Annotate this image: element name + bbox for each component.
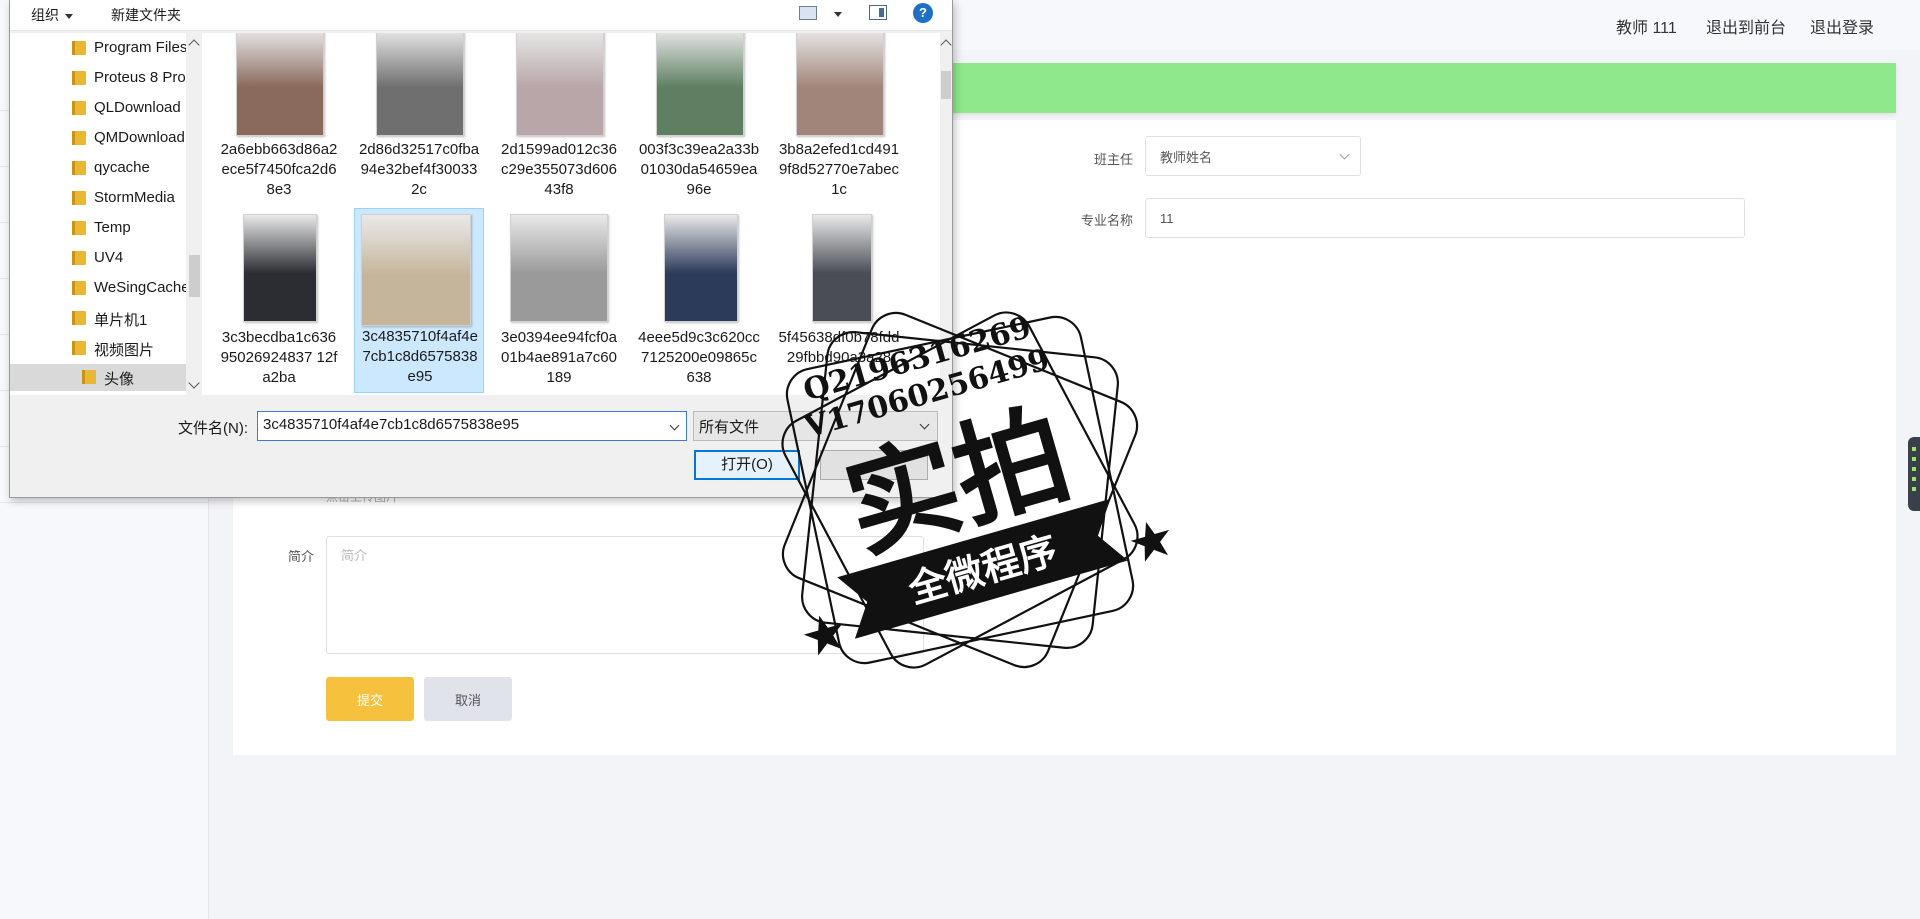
file-item[interactable]: 3c3becdba1c63695026924837 12fa2ba — [214, 208, 344, 388]
filetype-select[interactable]: 所有文件 — [693, 411, 938, 441]
file-thumbnail — [376, 33, 464, 136]
nav-folder[interactable]: 单片机1 — [10, 305, 188, 332]
nav-folder[interactable]: Temp — [10, 215, 188, 242]
folder-icon — [72, 191, 86, 205]
preview-pane-icon[interactable] — [869, 5, 887, 20]
folder-icon — [72, 131, 86, 145]
dialog-cancel-button[interactable] — [820, 450, 928, 480]
folder-icon — [72, 71, 86, 85]
view-options-caret-icon[interactable] — [834, 12, 842, 17]
scroll-up-icon[interactable] — [188, 39, 200, 51]
folder-icon — [72, 101, 86, 115]
file-item[interactable]: 4eee5d9c3c620cc7125200e09865c638 — [634, 208, 764, 388]
folder-icon — [72, 161, 86, 175]
file-item[interactable]: 2d86d32517c0fba94e32bef4f300332c — [354, 33, 484, 208]
filename-value: 3c4835710f4af4e7cb1c8d6575838e95 — [263, 416, 520, 433]
file-name: 3c4835710f4af4e7cb1c8d6575838e95 — [362, 328, 478, 385]
folder-icon — [72, 251, 86, 265]
folder-icon — [72, 281, 86, 295]
folder-icon — [72, 311, 86, 325]
open-button[interactable]: 打开(O) — [694, 450, 800, 480]
scroll-up-icon[interactable] — [940, 39, 952, 51]
nav-scrollbar[interactable] — [186, 33, 203, 395]
navigation-pane: Program Files Proteus 8 Pro QLDownload Q… — [10, 33, 189, 395]
view-mode-icon[interactable] — [799, 6, 817, 20]
file-thumbnail — [796, 33, 884, 136]
chevron-down-icon — [919, 419, 930, 430]
file-item[interactable]: 2a6ebb663d86a2ece5f7450fca2d68e3 — [214, 33, 344, 208]
file-thumbnail — [361, 214, 471, 326]
file-name: 003f3c39ea2a33b01030da54659ea96e — [638, 141, 760, 198]
filetype-value: 所有文件 — [699, 419, 760, 436]
folder-icon — [72, 41, 86, 55]
file-name: 5f45638df0b78fdd29fbbd90a3a28 — [778, 329, 900, 366]
nav-folder-selected[interactable]: 头像 — [10, 364, 188, 391]
current-user: 教师 111 — [1616, 20, 1677, 37]
nav-folder[interactable]: qycache — [10, 155, 188, 182]
folder-icon — [72, 341, 86, 355]
file-name: 3c3becdba1c63695026924837 12fa2ba — [220, 329, 338, 386]
file-name: 2d1599ad012c36c29e355073d60643f8 — [501, 141, 617, 198]
scroll-thumb[interactable] — [941, 71, 951, 99]
filename-input[interactable]: 3c4835710f4af4e7cb1c8d6575838e95 — [257, 411, 687, 441]
filename-label: 文件名(N): — [178, 420, 248, 437]
intro-textarea[interactable]: 简介 — [326, 536, 924, 654]
organize-label: 组织 — [31, 7, 59, 23]
file-item[interactable]: 3b8a2efed1cd4919f8d52770e7abec1c — [774, 33, 904, 208]
file-thumbnail — [243, 214, 317, 322]
logout-link[interactable]: 退出登录 — [1810, 14, 1874, 38]
chevron-down-icon — [1339, 149, 1350, 160]
head-teacher-value: 教师姓名 — [1160, 149, 1213, 165]
file-name: 3b8a2efed1cd4919f8d52770e7abec1c — [778, 141, 900, 198]
head-teacher-label: 班主任 — [1093, 152, 1133, 167]
file-thumbnail — [664, 214, 738, 322]
organize-menu[interactable]: 组织 — [31, 5, 73, 25]
scroll-down-icon[interactable] — [188, 377, 200, 389]
nav-folder[interactable]: WeSingCache — [10, 275, 188, 302]
file-item-selected[interactable]: 3c4835710f4af4e7cb1c8d6575838e95 — [354, 208, 484, 393]
file-thumbnail — [656, 33, 744, 136]
new-folder-button[interactable]: 新建文件夹 — [111, 5, 181, 25]
nav-folder[interactable]: Program Files — [10, 35, 188, 62]
major-label: 专业名称 — [1080, 213, 1133, 228]
file-open-dialog: 组织 新建文件夹 ? Program Files Proteus 8 Pro Q… — [9, 0, 953, 498]
file-thumbnail — [812, 214, 872, 322]
file-name: 2d86d32517c0fba94e32bef4f300332c — [358, 141, 480, 198]
nav-folder[interactable]: Proteus 8 Pro — [10, 65, 188, 92]
file-name: 4eee5d9c3c620cc7125200e09865c638 — [638, 329, 760, 386]
file-grid: 2a6ebb663d86a2ece5f7450fca2d68e3 2d86d32… — [202, 33, 940, 395]
exit-to-front-link[interactable]: 退出到前台 — [1706, 14, 1786, 38]
chevron-down-icon[interactable] — [669, 420, 680, 431]
sidebar-divider — [0, 502, 208, 503]
help-icon[interactable]: ? — [913, 3, 933, 23]
file-thumbnail — [516, 33, 604, 136]
major-input[interactable]: 11 — [1145, 198, 1745, 238]
file-name: 2a6ebb663d86a2ece5f7450fca2d68e3 — [220, 141, 338, 198]
folder-icon — [82, 370, 96, 384]
file-thumbnail — [510, 214, 608, 322]
scroll-thumb[interactable] — [189, 255, 200, 297]
major-value: 11 — [1160, 210, 1174, 226]
intro-label: 简介 — [287, 549, 314, 564]
caret-down-icon — [65, 13, 73, 19]
nav-folder[interactable]: StormMedia — [10, 185, 188, 212]
intro-placeholder: 简介 — [341, 548, 368, 563]
cancel-button[interactable]: 取消 — [424, 677, 512, 721]
file-thumbnail — [236, 33, 324, 136]
nav-folder[interactable]: QLDownload — [10, 95, 188, 122]
folder-icon — [72, 221, 86, 235]
dialog-toolbar: 组织 新建文件夹 ? — [10, 0, 952, 31]
nav-folder[interactable]: 视频图片 — [10, 335, 188, 362]
file-item[interactable]: 2d1599ad012c36c29e355073d60643f8 — [494, 33, 624, 208]
file-name: 3e0394ee94fcf0a01b4ae891a7c60189 — [501, 329, 617, 386]
submit-button[interactable]: 提交 — [326, 677, 414, 721]
files-scrollbar[interactable] — [940, 33, 952, 395]
nav-folder[interactable]: UV4 — [10, 245, 188, 272]
file-item[interactable]: 3e0394ee94fcf0a01b4ae891a7c60189 — [494, 208, 624, 388]
side-float-handle[interactable] — [1908, 437, 1920, 511]
head-teacher-select[interactable]: 教师姓名 — [1145, 136, 1361, 176]
file-item[interactable]: 003f3c39ea2a33b01030da54659ea96e — [634, 33, 764, 208]
file-item[interactable]: 5f45638df0b78fdd29fbbd90a3a28 — [774, 208, 904, 388]
nav-folder[interactable]: QMDownload — [10, 125, 188, 152]
